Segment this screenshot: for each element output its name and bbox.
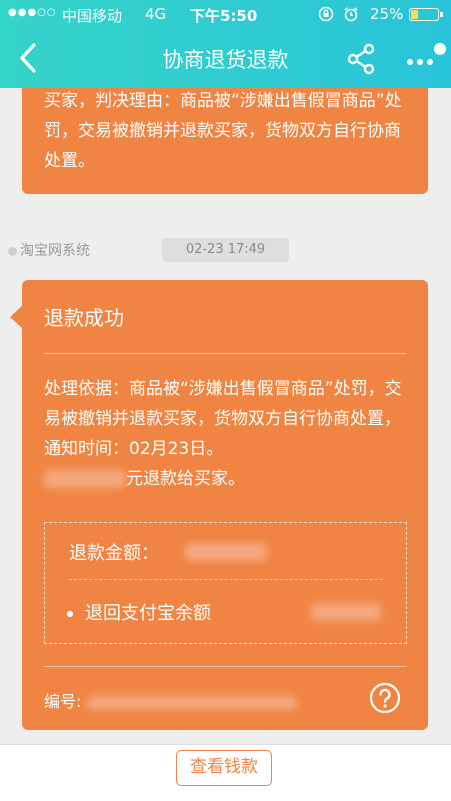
dashed-divider bbox=[69, 579, 383, 580]
refund-amount-label: 退款金额： bbox=[69, 543, 159, 564]
clock: 下午5:50 bbox=[190, 7, 258, 25]
nav-bar: 协商退货退款 bbox=[0, 30, 451, 88]
view-money-button[interactable]: 查看钱款 bbox=[176, 750, 272, 786]
bottom-bar: 查看钱款 bbox=[0, 744, 451, 801]
alarm-icon bbox=[344, 6, 358, 21]
network-type: 4G bbox=[145, 5, 167, 23]
battery-icon bbox=[409, 8, 443, 21]
redacted-amount bbox=[44, 470, 126, 488]
refund-success-card: 退款成功 处理依据：商品被“涉嫌出售假冒商品”处罚，交易被撤销并退款买家，货物双… bbox=[10, 280, 428, 730]
share-icon[interactable] bbox=[346, 42, 376, 76]
status-bar: ●●●○○ 中国移动 4G 下午5:50 25% bbox=[0, 0, 451, 30]
card-title: 退款成功 bbox=[44, 306, 124, 330]
previous-message-text: 买家，判决理由：商品被“涉嫌出售假冒商品”处罚，交易被撤销并退款买家，货物双方自… bbox=[44, 91, 402, 171]
refund-suffix-text: 元退款给买家。 bbox=[126, 469, 245, 489]
serial-label: 编号: bbox=[44, 692, 82, 711]
card-body: 处理依据：商品被“涉嫌出售假冒商品”处罚，交易被撤销并退款买家，货物双方自行协商… bbox=[44, 374, 414, 494]
divider bbox=[44, 353, 407, 354]
more-icon[interactable] bbox=[402, 42, 446, 72]
carrier-name: 中国移动 bbox=[62, 7, 123, 25]
help-icon[interactable] bbox=[369, 682, 401, 714]
battery-percent: 25% bbox=[370, 5, 404, 23]
redacted-refund-amount bbox=[185, 543, 267, 561]
refund-destination: 退回支付宝余额 bbox=[67, 599, 211, 625]
divider bbox=[44, 666, 407, 667]
page-title: 协商退货退款 bbox=[162, 48, 289, 72]
refund-reason-text: 处理依据：商品被“涉嫌出售假冒商品”处罚，交易被撤销并退款买家，货物双方自行协商… bbox=[44, 379, 402, 459]
status-icons bbox=[318, 4, 359, 22]
message-sender: 淘宝网系统 bbox=[8, 240, 90, 260]
previous-message-card: 买家，判决理由：商品被“涉嫌出售假冒商品”处罚，交易被撤销并退款买家，货物双方自… bbox=[22, 88, 428, 194]
redacted-destination-amount bbox=[311, 603, 381, 621]
rotation-lock-icon bbox=[318, 6, 334, 21]
refund-destination-label: 退回支付宝余额 bbox=[85, 603, 211, 624]
sender-name: 淘宝网系统 bbox=[20, 243, 90, 259]
bullet-icon bbox=[67, 611, 73, 617]
signal-strength: ●●●○○ bbox=[8, 7, 57, 18]
redacted-serial bbox=[87, 695, 298, 710]
top-bar: ●●●○○ 中国移动 4G 下午5:50 25% 协商退货退款 bbox=[0, 0, 451, 88]
message-timestamp: 02-23 17:49 bbox=[162, 238, 289, 262]
refund-detail-box: 退款金额： 退回支付宝余额 bbox=[44, 522, 407, 644]
bubble-tail bbox=[10, 306, 22, 328]
sender-avatar-dot bbox=[8, 246, 17, 256]
serial-number: 编号: bbox=[44, 688, 298, 712]
